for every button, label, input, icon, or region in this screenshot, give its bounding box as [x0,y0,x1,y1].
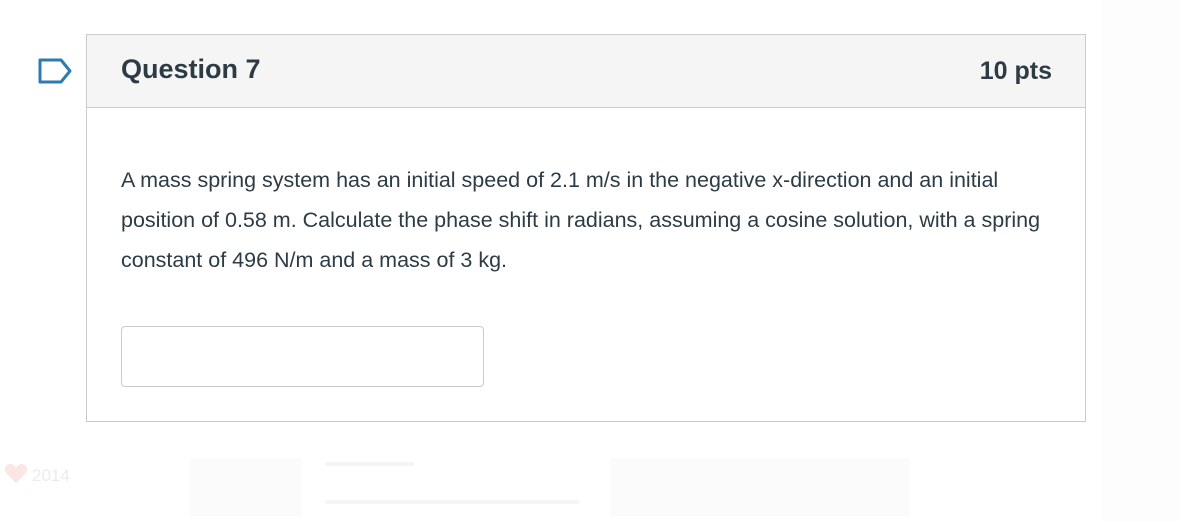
background-block [610,458,910,516]
background-year: 2014 [32,466,70,485]
background-strip: 2014 [0,440,1180,522]
quiz-page: Question 7 10 pts A mass spring system h… [0,0,1180,522]
background-line [325,500,580,504]
background-block [190,458,302,516]
flag-question-icon[interactable] [37,57,73,85]
question-text: A mass spring system has an initial spee… [121,168,1041,272]
background-line [325,462,415,466]
question-title: Question 7 [121,53,261,84]
question-card: Question 7 10 pts A mass spring system h… [86,34,1086,422]
question-header: Question 7 10 pts [87,35,1085,108]
answer-input[interactable] [121,326,484,387]
heart-icon [4,463,28,483]
question-body: A mass spring system has an initial spee… [87,108,1085,387]
question-points: 10 pts [979,56,1052,85]
